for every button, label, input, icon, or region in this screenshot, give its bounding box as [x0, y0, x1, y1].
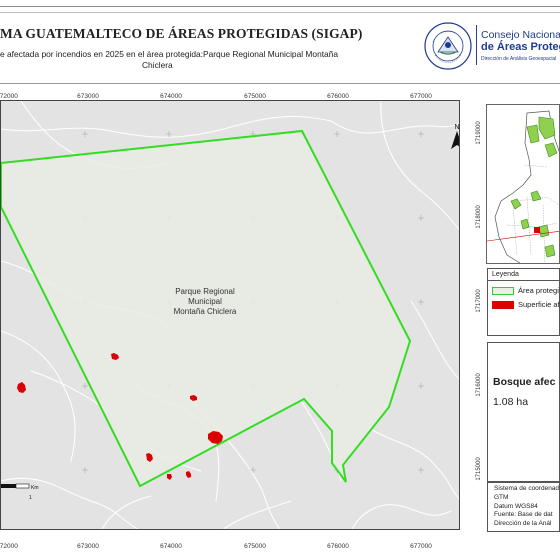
metadata-line: Dirección de la Anál: [494, 520, 552, 528]
burn-patch: [167, 474, 172, 480]
north-label: N: [454, 124, 459, 131]
metadata-line: Datum WGS84: [494, 502, 538, 510]
x-tick-label: 677000: [410, 543, 432, 550]
scale-value: 1: [29, 495, 32, 501]
x-tick-label: 674000: [160, 543, 182, 550]
logo-separator: [476, 25, 477, 65]
y-tick-label: 1717000: [476, 289, 482, 313]
y-tick-label: 1718000: [476, 205, 482, 229]
metadata-panel: Sistema de coordenad GTM Datum WGS84 Fue…: [487, 482, 560, 532]
legend-label: Superficie af: [518, 300, 560, 309]
x-tick-label: 675000: [244, 543, 266, 550]
legend-swatch-burn: [492, 301, 514, 309]
map-canvas: Parque Regional Municipal Montaña Chicle…: [1, 101, 459, 529]
header-rule: [0, 12, 560, 13]
study-area-marker: [534, 227, 540, 233]
legend-label: Área protegi: [518, 286, 559, 295]
locator-map-canvas: [487, 110, 559, 263]
legend-title: Leyenda: [492, 271, 519, 278]
x-tick-label: 672000: [0, 543, 18, 550]
area-label-line-2: Municipal: [188, 297, 222, 306]
y-tick-label: 1716000: [476, 373, 482, 397]
system-title: MA GUATEMALTECO DE ÁREAS PROTEGIDAS (SIG…: [0, 26, 363, 41]
forest-value: 1.08 ha: [493, 396, 529, 408]
scale-unit: Km: [31, 485, 39, 491]
legend-swatch-area: [492, 287, 514, 295]
metadata-line: Sistema de coordenad: [494, 485, 560, 492]
metadata-line: Fuente: Base de dat: [494, 511, 553, 519]
forest-summary-panel: Bosque afec 1.08 ha: [487, 342, 560, 482]
logo-text-line-3: Dirección de Análisis Geoespacial: [481, 56, 557, 62]
area-label-line-3: Montaña Chiclera: [174, 307, 237, 316]
guatemala-seal-icon: [424, 22, 472, 70]
x-tick-label: 677000: [410, 93, 432, 100]
scale-bar: Km 1: [1, 483, 39, 501]
north-arrow: N: [451, 124, 459, 149]
legend-panel: Leyenda Área protegi Superficie af: [487, 268, 560, 336]
x-tick-label: 674000: [160, 93, 182, 100]
logo-text-line-1: Consejo Nacional: [481, 29, 560, 41]
legend-divider: [488, 280, 560, 281]
map-header: MA GUATEMALTECO DE ÁREAS PROTEGIDAS (SIG…: [0, 0, 560, 84]
locator-map[interactable]: [486, 104, 560, 264]
burn-patch: [17, 382, 26, 393]
main-map[interactable]: Parque Regional Municipal Montaña Chicle…: [0, 100, 460, 530]
x-tick-label: 673000: [77, 543, 99, 550]
burn-patch: [186, 471, 191, 478]
x-tick-label: 676000: [327, 543, 349, 550]
x-tick-label: 673000: [77, 93, 99, 100]
x-tick-label: 676000: [327, 93, 349, 100]
y-tick-label: 1719000: [476, 121, 482, 145]
logo-text-line-2: de Áreas Protegidas: [481, 41, 560, 53]
forest-title: Bosque afec: [493, 376, 556, 388]
subtitle-line-2: Chiclera: [142, 60, 173, 70]
x-tick-label: 672000: [0, 93, 18, 100]
area-label-line-1: Parque Regional: [175, 287, 235, 296]
y-tick-label: 1715000: [476, 457, 482, 481]
x-tick-label: 675000: [244, 93, 266, 100]
subtitle-line-1: e afectada por incendios en 2025 en el á…: [0, 49, 339, 59]
metadata-line: GTM: [494, 493, 509, 501]
header-rule: [0, 6, 560, 7]
map-subtitle: e afectada por incendios en 2025 en el á…: [0, 49, 400, 71]
